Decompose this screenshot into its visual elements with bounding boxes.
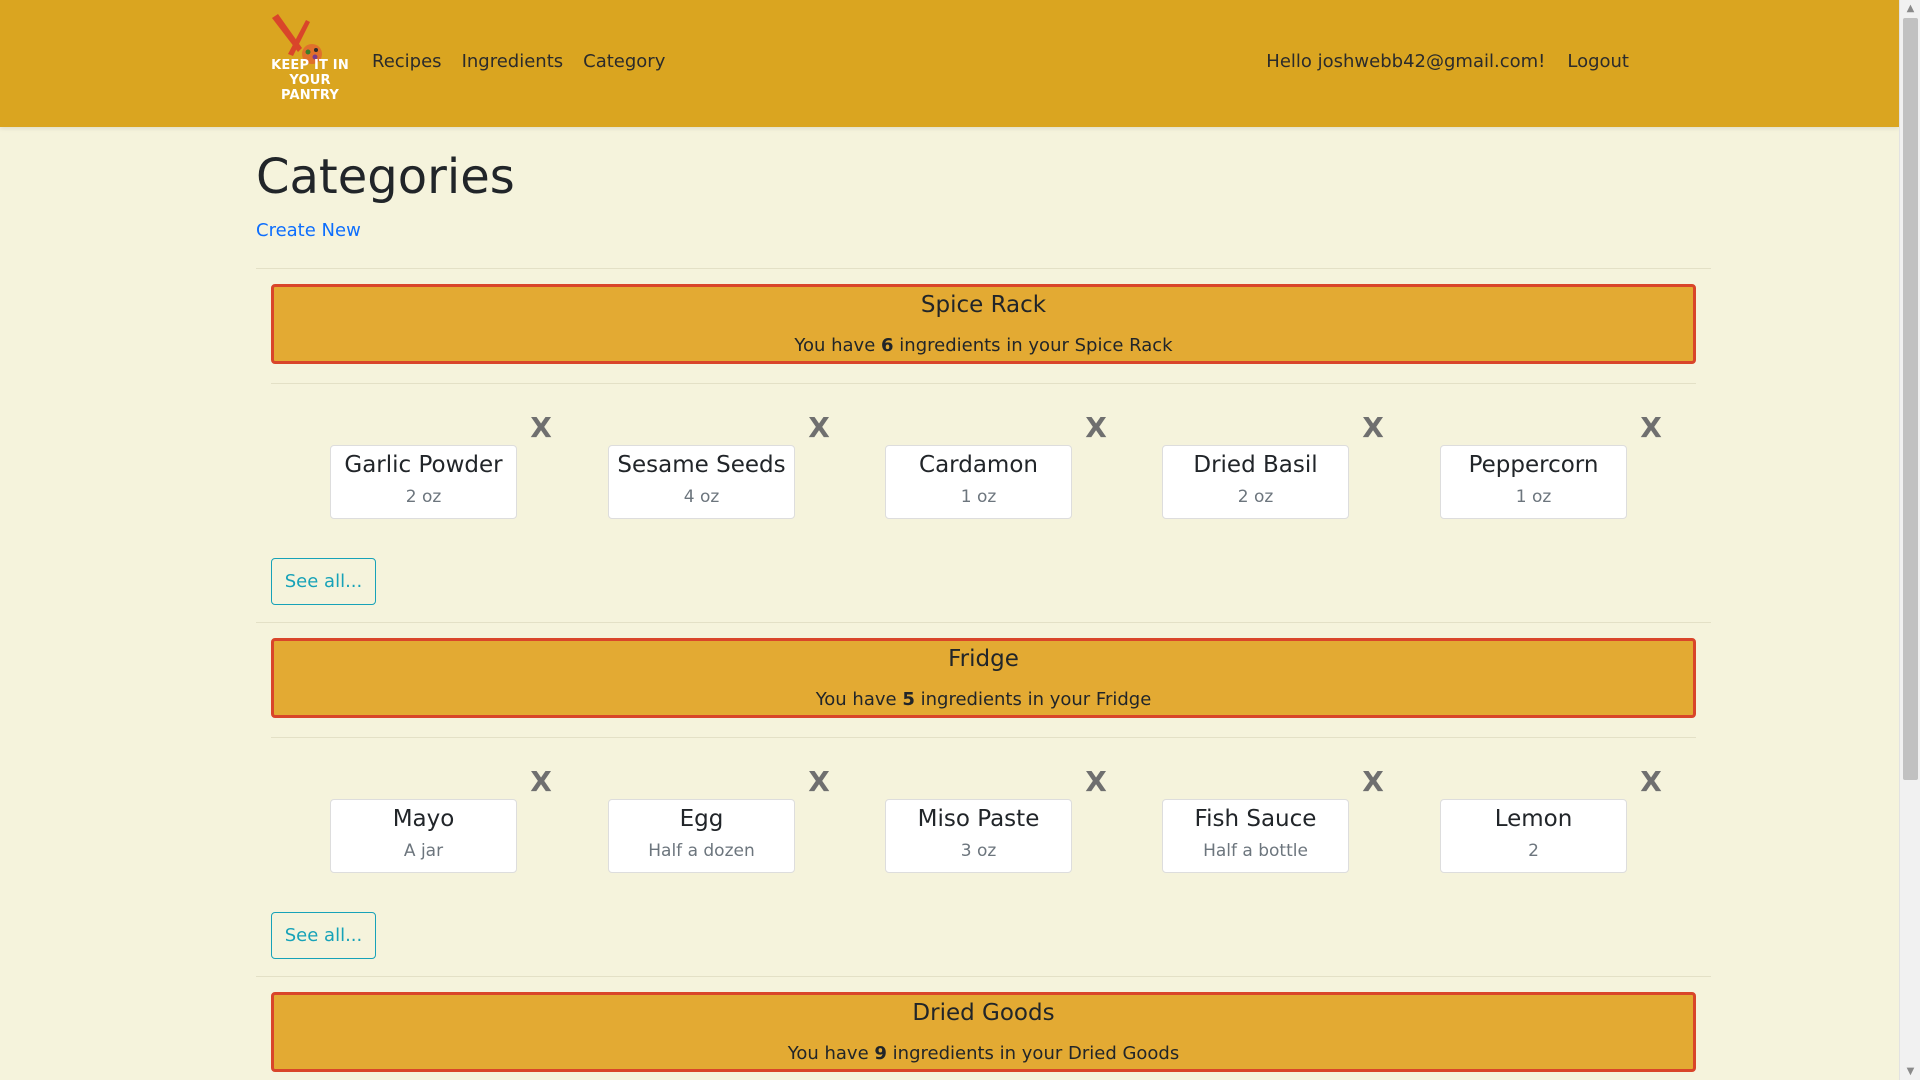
category-name: Spice Rack xyxy=(920,292,1047,318)
remove-x-icon[interactable]: X xyxy=(807,767,831,797)
divider xyxy=(271,737,1696,738)
ingredient-name: Dried Basil xyxy=(1193,452,1318,478)
category-header: Dried Goods You have 9 ingredients in yo… xyxy=(271,992,1696,1072)
ingredient-name: Peppercorn xyxy=(1468,452,1599,478)
ingredient-name: Mayo xyxy=(392,806,455,832)
page: KEEP IT IN YOUR PANTRY Recipes Ingredien… xyxy=(0,0,1920,1080)
scrollbar-thumb[interactable] xyxy=(1903,18,1918,780)
ingredient-card[interactable]: Mayo A jar xyxy=(330,799,517,873)
count-suffix: ingredients in your Fridge xyxy=(920,689,1152,710)
ingredient-name: Garlic Powder xyxy=(344,452,503,478)
ingredient-name: Lemon xyxy=(1494,806,1573,832)
count-number: 9 xyxy=(874,1043,887,1064)
brand-line-2: YOUR PANTRY xyxy=(280,73,340,103)
divider xyxy=(256,268,1711,269)
brand-line-1: KEEP IT IN xyxy=(271,58,349,73)
ingredient-quantity: 1 oz xyxy=(1515,487,1552,507)
ingredient-card[interactable]: Miso Paste 3 oz xyxy=(885,799,1072,873)
scroll-up-arrow-icon[interactable]: ▲ xyxy=(1900,0,1920,17)
ingredient-name: Egg xyxy=(679,806,724,832)
count-prefix: You have xyxy=(815,689,897,710)
ingredient-card[interactable]: Fish Sauce Half a bottle xyxy=(1162,799,1349,873)
page-title: Categories xyxy=(256,149,515,205)
count-prefix: You have xyxy=(787,1043,869,1064)
remove-x-icon[interactable]: X xyxy=(529,767,553,797)
ingredient-quantity: 2 xyxy=(1528,841,1539,861)
ingredient-name: Fish Sauce xyxy=(1194,806,1317,832)
logout-link[interactable]: Logout xyxy=(1567,50,1629,74)
nav-links: Recipes Ingredients Category xyxy=(372,50,675,74)
ingredient-quantity: 1 oz xyxy=(960,487,997,507)
ingredient-card[interactable]: Egg Half a dozen xyxy=(608,799,795,873)
scroll-down-arrow-icon[interactable]: ▼ xyxy=(1900,1063,1920,1080)
ingredient-card[interactable]: Cardamon 1 oz xyxy=(885,445,1072,519)
category-header: Spice Rack You have 6 ingredients in you… xyxy=(271,284,1696,364)
remove-x-icon[interactable]: X xyxy=(1361,413,1385,443)
ingredient-card[interactable]: Dried Basil 2 oz xyxy=(1162,445,1349,519)
remove-x-icon[interactable]: X xyxy=(807,413,831,443)
category-count-text: You have 5 ingredients in your Fridge xyxy=(274,688,1693,712)
user-menu: Hello joshwebb42@gmail.com! Logout xyxy=(1266,50,1629,74)
divider xyxy=(271,383,1696,384)
ingredient-quantity: Half a bottle xyxy=(1203,841,1308,861)
category-count-text: You have 6 ingredients in your Spice Rac… xyxy=(274,334,1693,358)
ingredient-quantity: 2 oz xyxy=(1237,487,1274,507)
remove-x-icon[interactable]: X xyxy=(1639,413,1663,443)
remove-x-icon[interactable]: X xyxy=(1084,767,1108,797)
ingredient-name: Cardamon xyxy=(919,452,1038,478)
divider xyxy=(256,976,1711,977)
count-prefix: You have xyxy=(794,335,876,356)
top-navbar: KEEP IT IN YOUR PANTRY Recipes Ingredien… xyxy=(0,0,1899,127)
ingredient-quantity: Half a dozen xyxy=(648,841,755,861)
category-count-text: You have 9 ingredients in your Dried Goo… xyxy=(274,1042,1693,1066)
ingredient-quantity: A jar xyxy=(403,841,444,861)
brand-text: KEEP IT IN YOUR PANTRY xyxy=(258,58,362,103)
see-all-button[interactable]: See all... xyxy=(271,912,376,959)
nav-link-ingredients[interactable]: Ingredients xyxy=(452,50,574,74)
ingredient-card[interactable]: Lemon 2 xyxy=(1440,799,1627,873)
count-number: 6 xyxy=(881,335,894,356)
ingredient-quantity: 4 oz xyxy=(683,487,720,507)
remove-x-icon[interactable]: X xyxy=(1639,767,1663,797)
count-suffix: ingredients in your Spice Rack xyxy=(899,335,1173,356)
divider xyxy=(256,622,1711,623)
category-header: Fridge You have 5 ingredients in your Fr… xyxy=(271,638,1696,718)
nav-link-recipes[interactable]: Recipes xyxy=(372,50,452,74)
ingredient-card[interactable]: Peppercorn 1 oz xyxy=(1440,445,1627,519)
user-greeting[interactable]: Hello joshwebb42@gmail.com! xyxy=(1266,50,1545,74)
ingredient-card[interactable]: Sesame Seeds 4 oz xyxy=(608,445,795,519)
see-all-button[interactable]: See all... xyxy=(271,558,376,605)
remove-x-icon[interactable]: X xyxy=(1084,413,1108,443)
nav-link-category[interactable]: Category xyxy=(573,50,675,74)
ingredient-name: Sesame Seeds xyxy=(617,452,786,478)
count-suffix: ingredients in your Dried Goods xyxy=(892,1043,1180,1064)
page-scrollbar[interactable]: ▲ ▼ xyxy=(1899,0,1920,1080)
category-name: Dried Goods xyxy=(912,1000,1055,1026)
remove-x-icon[interactable]: X xyxy=(1361,767,1385,797)
ingredient-name: Miso Paste xyxy=(917,806,1040,832)
ingredient-quantity: 3 oz xyxy=(960,841,997,861)
create-new-link[interactable]: Create New xyxy=(256,220,361,241)
category-name: Fridge xyxy=(948,646,1019,672)
ingredient-card[interactable]: Garlic Powder 2 oz xyxy=(330,445,517,519)
ingredient-quantity: 2 oz xyxy=(405,487,442,507)
remove-x-icon[interactable]: X xyxy=(529,413,553,443)
brand-logo[interactable]: KEEP IT IN YOUR PANTRY xyxy=(258,10,362,103)
count-number: 5 xyxy=(902,689,915,710)
